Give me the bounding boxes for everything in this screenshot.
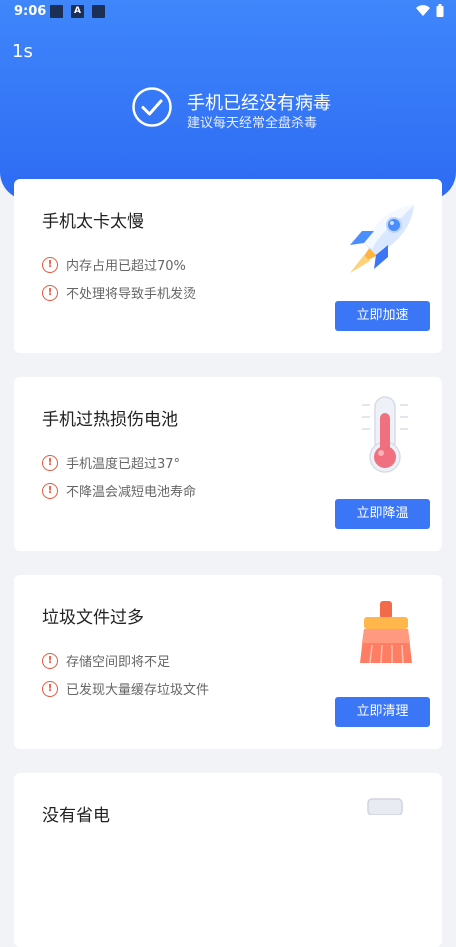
warning-icon: ! (42, 652, 58, 669)
warning-text: 已发现大量缓存垃圾文件 (66, 683, 210, 698)
warning-icon: ! (42, 454, 58, 471)
battery-icon (367, 798, 403, 815)
warning-item: ! 手机温度已超过37° (42, 453, 180, 472)
warning-icon: ! (42, 256, 58, 273)
notification-icon (50, 5, 63, 18)
check-circle-icon (132, 87, 172, 127)
app-notification-icon: A (71, 5, 84, 18)
warning-text: 不处理将导致手机发烫 (66, 287, 197, 302)
card-title: 垃圾文件过多 (42, 608, 144, 628)
countdown-timer[interactable]: 1s (12, 41, 33, 62)
card-title: 没有省电 (42, 806, 110, 826)
card-junk-files: 垃圾文件过多 ! 存储空间即将不足 ! 已发现大量缓存垃圾文件 立即清理 (14, 575, 442, 749)
warning-item: ! 存储空间即将不足 (42, 651, 170, 670)
thermometer-icon (362, 396, 408, 473)
warning-item: ! 内存占用已超过70% (42, 255, 186, 274)
status-time: 9:06 (14, 4, 47, 19)
warning-item: ! 不降温会减短电池寿命 (42, 481, 196, 500)
card-slow-phone: 手机太卡太慢 ! 内存占用已超过70% ! 不处理将导致手机发烫 立即加速 (14, 179, 442, 353)
warning-item: ! 已发现大量缓存垃圾文件 (42, 679, 209, 698)
status-bar: 9:06 A (0, 0, 456, 24)
battery-status-icon (436, 4, 444, 17)
warning-item: ! 不处理将导致手机发烫 (42, 283, 196, 302)
warning-text: 不降温会减短电池寿命 (66, 485, 197, 500)
rocket-icon (350, 205, 414, 273)
warning-text: 内存占用已超过70% (66, 259, 186, 274)
cool-down-button[interactable]: 立即降温 (335, 499, 430, 529)
card-title: 手机过热损伤电池 (42, 410, 178, 430)
card-overheat: 手机过热损伤电池 ! 手机温度已超过37° ! 不降温会减短电池寿命 立即降温 (14, 377, 442, 551)
wifi-icon (416, 4, 430, 16)
notification-icon (92, 5, 105, 18)
broom-icon (360, 601, 412, 664)
card-title: 手机太卡太慢 (42, 212, 144, 232)
warning-icon: ! (42, 482, 58, 499)
warning-text: 手机温度已超过37° (66, 457, 181, 472)
card-power-saving: 没有省电 (14, 773, 442, 947)
warning-icon: ! (42, 284, 58, 301)
clean-button[interactable]: 立即清理 (335, 697, 430, 727)
speed-up-button[interactable]: 立即加速 (335, 301, 430, 331)
scan-result-subtitle: 建议每天经常全盘杀毒 (187, 116, 318, 131)
header: 9:06 A 1s 手机已经没有病毒 建议每天经常全盘杀毒 (0, 0, 456, 200)
warning-icon: ! (42, 680, 58, 697)
warning-text: 存储空间即将不足 (66, 655, 171, 670)
